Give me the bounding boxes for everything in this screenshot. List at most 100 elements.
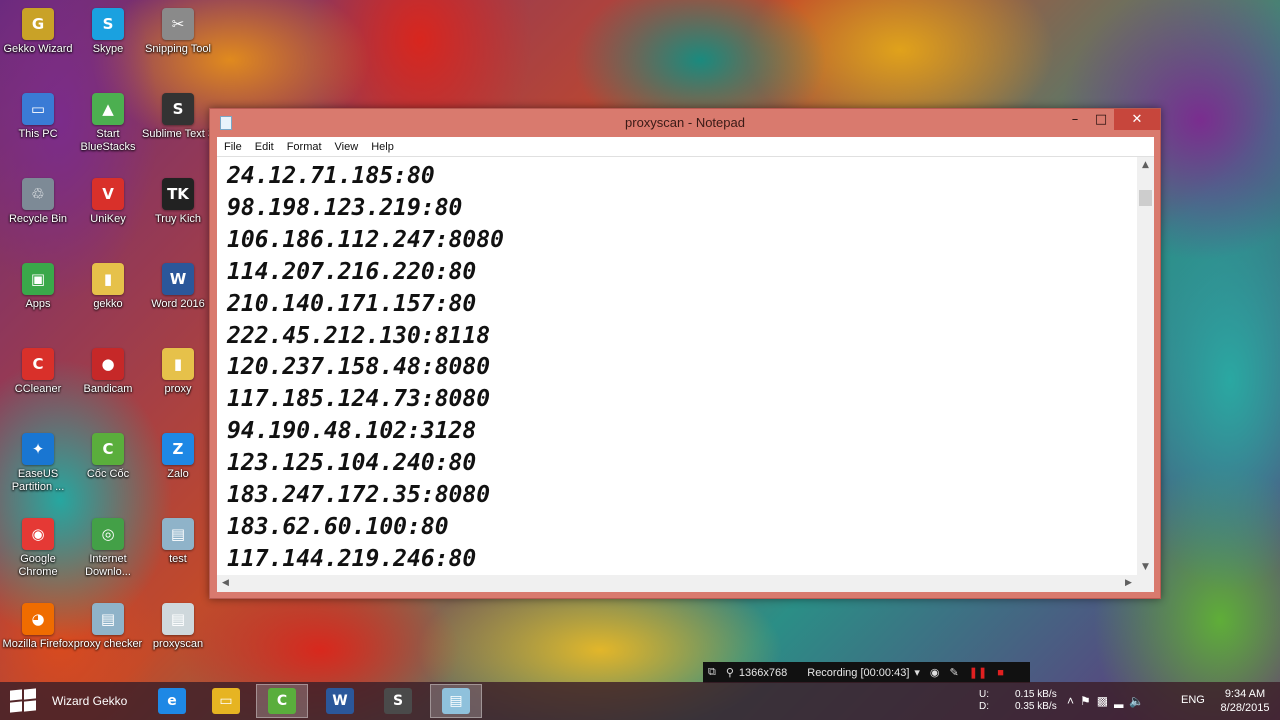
desktop-icon-gekko-wizard[interactable]: G Gekko Wizard [2,8,74,56]
chevron-up-icon[interactable]: ˄ [1067,694,1080,708]
text-line: 117.144.219.246:80 [227,545,477,572]
desktop-icon-google-chrome[interactable]: ◉ Google Chrome [2,518,74,579]
word-2016-icon: W [162,263,194,295]
window-title: proxyscan - Notepad [625,115,745,130]
snipping-tool-icon: ✂ [162,8,194,40]
recycle-bin-icon: ♲ [22,178,54,210]
desktop-icon-zalo[interactable]: Z Zalo [142,433,214,481]
menu-file[interactable]: File [217,141,248,153]
desktop-icon-this-pc[interactable]: ▭ This PC [2,93,74,141]
internet-downlo-icon: ◎ [92,518,124,550]
taskbar-active-title[interactable]: Wizard Gekko [52,694,127,708]
wifi-icon[interactable]: ▂ [1114,694,1129,708]
close-button[interactable]: ✕ [1114,109,1160,130]
pause-icon[interactable]: ❚❚ [964,666,992,679]
scroll-right-icon[interactable]: ▶ [1120,575,1137,592]
menu-help[interactable]: Help [364,141,400,153]
clock[interactable]: 9:34 AM 8/28/2015 [1215,687,1275,715]
minimize-button[interactable]: – [1062,109,1088,130]
desktop-icon-word-2016[interactable]: W Word 2016 [142,263,214,311]
taskbar-sublime-text-button[interactable]: S [372,684,424,718]
network-monitor-icon[interactable]: ▩ [1097,694,1114,708]
desktop-icon-label: EaseUS Partition ... [11,468,65,493]
menu-format[interactable]: Format [280,141,328,153]
language-indicator[interactable]: ENG [1181,694,1205,706]
tray-icons[interactable]: ˄⚑▩▂🔈 [1067,694,1150,708]
gekko-icon: ▮ [92,263,124,295]
c-c-c-c-icon: C [92,433,124,465]
desktop-icon-bandicam[interactable]: ● Bandicam [72,348,144,396]
vertical-scrollbar[interactable]: ▲ ▼ [1137,157,1154,576]
window-mode-icon[interactable]: ⧉ [703,666,721,679]
recorder-status: Recording [00:00:43] [807,666,910,679]
scroll-up-icon[interactable]: ▲ [1137,157,1154,174]
proxyscan-icon: ▤ [162,603,194,635]
desktop-icon-gekko[interactable]: ▮ gekko [72,263,144,311]
text-line: 120.237.158.48:8080 [227,354,491,381]
desktop-icon-label: Mozilla Firefox [2,638,74,650]
test-icon: ▤ [162,518,194,550]
desktop-icon-internet-downlo[interactable]: ◎ Internet Downlo... [72,518,144,579]
desktop-icon-apps[interactable]: ▣ Apps [2,263,74,311]
desktop-icon-snipping-tool[interactable]: ✂ Snipping Tool [142,8,214,56]
pen-icon[interactable]: ✎ [945,666,964,679]
desktop-icon-ccleaner[interactable]: C CCleaner [2,348,74,396]
desktop-icon-test[interactable]: ▤ test [142,518,214,566]
stop-icon[interactable]: ■ [992,667,1009,679]
scrollbar-corner [1137,575,1154,592]
scroll-down-icon[interactable]: ▼ [1137,559,1154,576]
desktop-icon-skype[interactable]: S Skype [72,8,144,56]
start-button[interactable] [10,688,40,713]
desktop-icon-label: Zalo [167,468,189,480]
text-editor[interactable]: 24.12.71.185:80 98.198.123.219:80 106.186.… [217,156,1154,592]
desktop-icon-label: Google Chrome [18,553,58,578]
desktop-icon-recycle-bin[interactable]: ♲ Recycle Bin [2,178,74,226]
desktop-icon-mozilla-firefox[interactable]: ◕ Mozilla Firefox [2,603,74,651]
net-speed: 0.15 kB/s 0.35 kB/s [1015,689,1057,713]
desktop-icon-label: Snipping Tool [145,43,211,55]
desktop-icon-unikey[interactable]: V UniKey [72,178,144,226]
maximize-button[interactable]: □ [1088,109,1114,130]
desktop-icon-sublime-text-3[interactable]: S Sublime Text 3 [142,93,214,141]
desktop-icon-proxy-checker[interactable]: ▤ proxy checker [72,603,144,651]
horizontal-scrollbar[interactable]: ◀ ▶ [217,575,1137,592]
start-bluestacks-icon: ▲ [92,93,124,125]
camera-icon[interactable]: ◉ [925,666,945,679]
taskbar-internet-explorer-button[interactable]: e [146,684,198,718]
sublime-text-3-icon: S [162,93,194,125]
mozilla-firefox-icon: ◕ [22,603,54,635]
scroll-left-icon[interactable]: ◀ [217,575,234,592]
volume-icon[interactable]: 🔈 [1129,694,1150,708]
text-line: 183.247.172.35:8080 [227,482,491,509]
text-area[interactable]: 24.12.71.185:80 98.198.123.219:80 106.186.… [217,157,1137,576]
desktop-icon-label: CCleaner [14,383,62,395]
zalo-icon: Z [162,433,194,465]
scroll-thumb[interactable] [1139,190,1152,206]
notepad-window: proxyscan - Notepad – □ ✕ File Edit Form… [209,108,1161,599]
proxy-checker-icon: ▤ [92,603,124,635]
text-line: 106.186.112.247:8080 [227,226,504,253]
flag-icon[interactable]: ⚑ [1080,694,1097,708]
taskbar-notepad-button[interactable]: ▤ [430,684,482,718]
recorder-resolution: 1366x768 [738,666,788,679]
taskbar-file-explorer-button[interactable]: ▭ [200,684,252,718]
desktop-icon-c-c-c-c[interactable]: C Cốc Cốc [72,433,144,481]
desktop-icon-label: Gekko Wizard [3,43,73,55]
unikey-icon: V [92,178,124,210]
title-bar[interactable]: proxyscan - Notepad – □ ✕ [210,109,1160,137]
desktop-icon-label: proxy checker [73,638,143,650]
desktop-icon-proxyscan[interactable]: ▤ proxyscan [142,603,214,651]
desktop-icon-proxy[interactable]: ▮ proxy [142,348,214,396]
net-up: 0.15 kB/s [1015,689,1057,700]
desktop-icon-easeus-partition[interactable]: ✦ EaseUS Partition ... [2,433,74,494]
dropdown-icon[interactable]: ▾ [909,666,925,679]
taskbar-coc-coc-button[interactable]: C [256,684,308,718]
menu-edit[interactable]: Edit [248,141,280,153]
desktop-icon-start-bluestacks[interactable]: ▲ Start BlueStacks [72,93,144,154]
taskbar-word-button[interactable]: W [314,684,366,718]
menu-view[interactable]: View [328,141,365,153]
desktop-icon-label: This PC [18,128,58,140]
desktop-icon-label: Sublime Text 3 [142,128,214,140]
desktop-icon-truy-kich[interactable]: TK Truy Kich [142,178,214,226]
search-icon[interactable]: ⚲ [721,666,739,679]
